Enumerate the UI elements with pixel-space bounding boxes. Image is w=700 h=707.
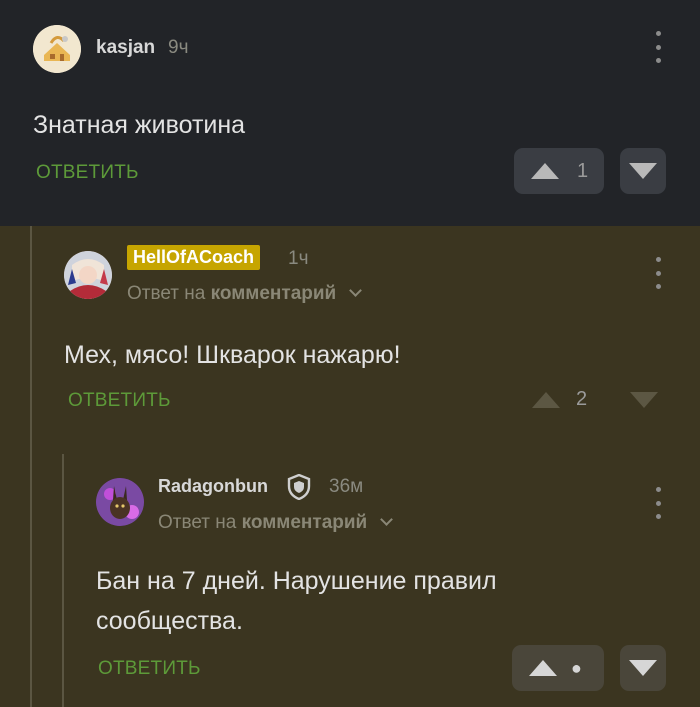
reply-thread: HellOfACoach 1ч Ответ на комментарий Мех… — [0, 226, 700, 707]
timestamp: 1ч — [288, 248, 309, 269]
arrow-down-icon — [629, 163, 657, 179]
downvote-button[interactable] — [630, 392, 658, 408]
reply-to-prefix: Ответ на — [158, 512, 237, 533]
more-vert-icon[interactable] — [648, 487, 668, 519]
avatar[interactable] — [96, 478, 144, 526]
arrow-up-icon — [529, 660, 557, 676]
avatar[interactable] — [33, 25, 81, 73]
timestamp: 9ч — [168, 37, 189, 58]
comment-text: Мех, мясо! Шкварок нажарю! — [64, 341, 401, 369]
more-vert-icon[interactable] — [648, 257, 668, 289]
rabbit-avatar-icon — [96, 478, 144, 526]
username[interactable]: kasjan — [96, 37, 155, 59]
thread-line — [62, 454, 64, 707]
thread-line — [30, 226, 32, 707]
reply-to-target: комментарий — [210, 283, 337, 304]
chevron-down-icon — [379, 513, 393, 526]
reply-button[interactable]: ОТВЕТИТЬ — [68, 390, 171, 412]
reply-button[interactable]: ОТВЕТИТЬ — [36, 162, 139, 184]
comment-text: Знатная животина — [33, 111, 246, 139]
username[interactable]: Radagonbun — [158, 476, 268, 497]
comment-text-line: Бан на 7 дней. Нарушение правил — [96, 567, 497, 595]
chevron-down-icon — [348, 284, 362, 297]
arrow-up-icon — [531, 163, 559, 179]
upvote-button[interactable] — [532, 392, 560, 408]
downvote-button[interactable] — [620, 645, 666, 691]
reply-to-link[interactable]: Ответ на комментарий — [127, 283, 362, 305]
character-avatar-icon — [64, 251, 112, 299]
arrow-down-icon — [629, 660, 657, 676]
cheese-house-avatar-icon — [33, 25, 81, 73]
reply-to-link[interactable]: Ответ на комментарий — [158, 512, 393, 534]
rating-count: 2 — [576, 388, 588, 410]
reply-button[interactable]: ОТВЕТИТЬ — [98, 658, 201, 680]
comment-text-line: сообщества. — [96, 607, 243, 635]
comment-kasjan: kasjan 9ч Знатная животина ОТВЕТИТЬ 1 — [0, 0, 700, 226]
avatar[interactable] — [64, 251, 112, 299]
arrow-down-icon — [630, 392, 658, 408]
upvote-button[interactable]: 1 — [514, 148, 604, 194]
rating-count: 1 — [577, 159, 589, 182]
downvote-button[interactable] — [620, 148, 666, 194]
rating-hidden: ● — [571, 657, 582, 678]
more-vert-icon[interactable] — [648, 31, 668, 63]
reply-to-prefix: Ответ на — [127, 283, 206, 304]
timestamp: 36м — [329, 476, 364, 497]
arrow-up-icon — [532, 392, 560, 408]
upvote-button[interactable]: ● — [512, 645, 604, 691]
username-badge[interactable]: HellOfACoach — [127, 245, 261, 270]
shield-icon — [287, 473, 311, 505]
reply-to-target: комментарий — [241, 512, 368, 533]
